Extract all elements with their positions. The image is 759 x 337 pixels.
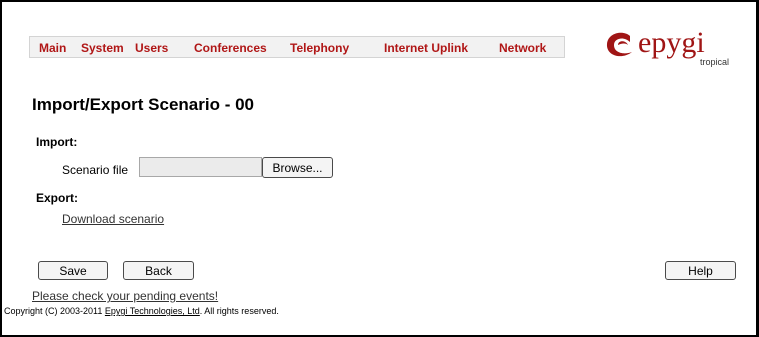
nav-users[interactable]: Users <box>135 41 168 55</box>
main-nav: Main System Users Conferences Telephony … <box>29 36 565 58</box>
nav-internet-uplink[interactable]: Internet Uplink <box>384 41 468 55</box>
copyright-suffix: . All rights reserved. <box>199 306 279 316</box>
import-section-label: Import: <box>36 135 78 149</box>
scenario-file-input[interactable] <box>139 157 262 177</box>
logo-swirl-icon <box>606 32 632 57</box>
pending-events-link[interactable]: Please check your pending events! <box>32 289 218 303</box>
nav-network[interactable]: Network <box>499 41 546 55</box>
logo-brand-text: epygi <box>638 26 705 59</box>
export-section-label: Export: <box>36 191 78 205</box>
epygi-logo: epygi tropical <box>604 26 744 70</box>
scenario-file-label: Scenario file <box>62 163 129 177</box>
save-button[interactable]: Save <box>38 261 108 280</box>
browse-button[interactable]: Browse... <box>262 157 333 178</box>
back-button[interactable]: Back <box>123 261 194 280</box>
copyright-footer: Copyright (C) 2003-2011 Epygi Technologi… <box>4 306 279 316</box>
nav-main[interactable]: Main <box>39 41 66 55</box>
copyright-prefix: Copyright (C) 2003-2011 <box>4 306 105 316</box>
nav-conferences[interactable]: Conferences <box>194 41 267 55</box>
nav-system[interactable]: System <box>81 41 124 55</box>
page-title: Import/Export Scenario - 00 <box>32 95 254 114</box>
nav-telephony[interactable]: Telephony <box>290 41 349 55</box>
download-scenario-link[interactable]: Download scenario <box>62 212 164 226</box>
company-link[interactable]: Epygi Technologies, Ltd <box>105 306 200 316</box>
logo-subtitle: tropical <box>700 57 730 67</box>
help-button[interactable]: Help <box>665 261 736 280</box>
